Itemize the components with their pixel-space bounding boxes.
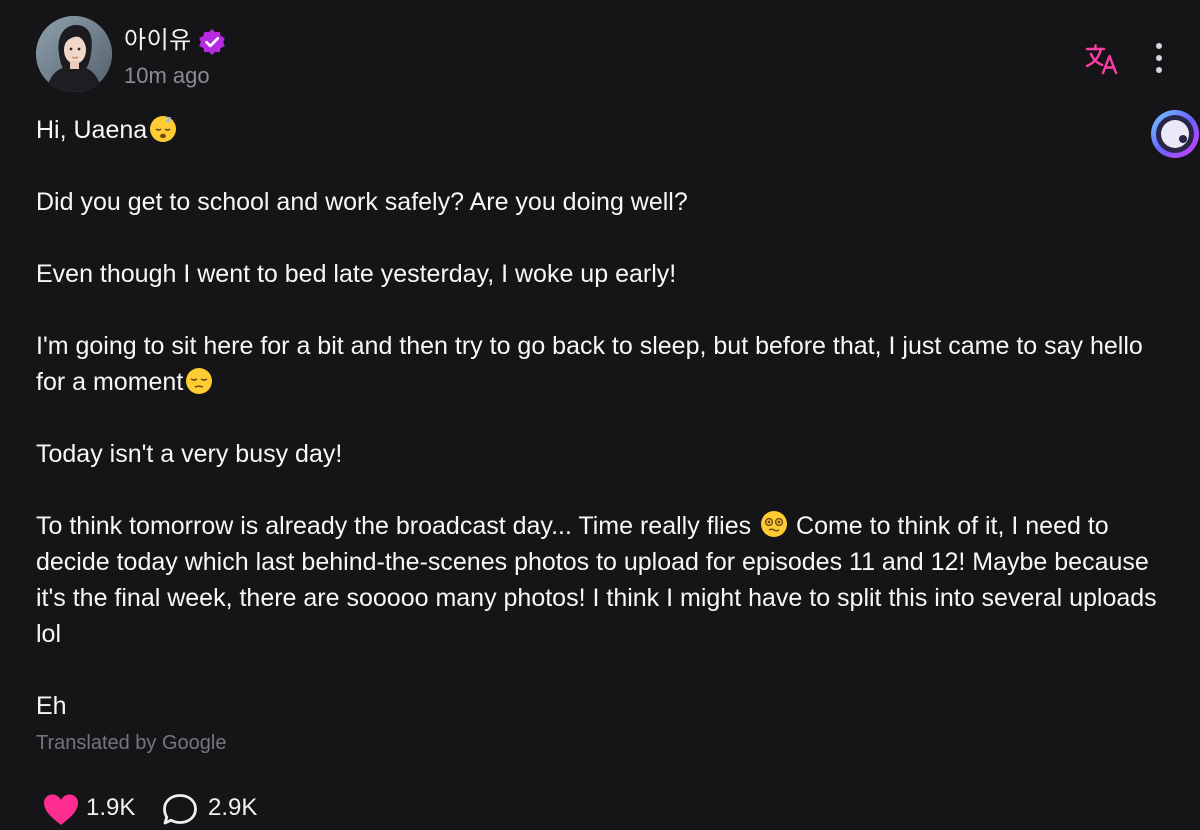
like-button[interactable]: 1.9K <box>42 790 154 830</box>
comment-bubble-icon <box>163 794 197 825</box>
post-paragraph: To think tomorrow is already the broadca… <box>36 508 1176 652</box>
paragraph-text: Hi, Uaena <box>36 116 148 144</box>
like-count: 1.9K <box>86 794 136 821</box>
sleepy-face-emoji: z <box>150 115 177 142</box>
verified-badge-icon <box>199 29 225 55</box>
relieved-face-emoji <box>186 368 213 394</box>
avatar-photo <box>36 16 112 92</box>
more-dot <box>1156 43 1162 49</box>
translate-icon <box>1085 44 1118 75</box>
svg-text:z: z <box>166 115 171 125</box>
post-paragraph: Even though I went to bed late yesterday… <box>36 260 677 288</box>
more-options-button[interactable] <box>1146 40 1172 76</box>
more-dot <box>1156 67 1162 73</box>
post-paragraph: Today isn't a very busy day! <box>36 440 343 468</box>
translate-button[interactable] <box>1082 40 1122 80</box>
heart-icon <box>43 794 79 825</box>
post-paragraph: Hi, Uaena z <box>36 112 1176 148</box>
more-dot <box>1156 55 1162 61</box>
author-name[interactable]: 아이유 <box>124 26 192 56</box>
comment-count: 2.9K <box>208 794 258 821</box>
translation-attribution: Translated by Google <box>36 732 227 754</box>
post-paragraph: Did you get to school and work safely? A… <box>36 188 688 216</box>
post-paragraph: Eh <box>36 692 67 720</box>
dizzy-face-emoji <box>761 511 788 537</box>
post-card: 아이유 10m ago Hi, Uaena z Did you get to s… <box>0 0 1200 825</box>
paragraph-text: To think tomorrow is already the broadca… <box>36 512 759 540</box>
post-paragraph: I'm going to sit here for a bit and then… <box>36 328 1176 400</box>
comment-button[interactable]: 2.9K <box>162 790 282 830</box>
author-avatar[interactable] <box>36 16 112 92</box>
post-timestamp: 10m ago <box>124 63 210 88</box>
post-body: Hi, Uaena z Did you get to school and wor… <box>36 112 1176 724</box>
